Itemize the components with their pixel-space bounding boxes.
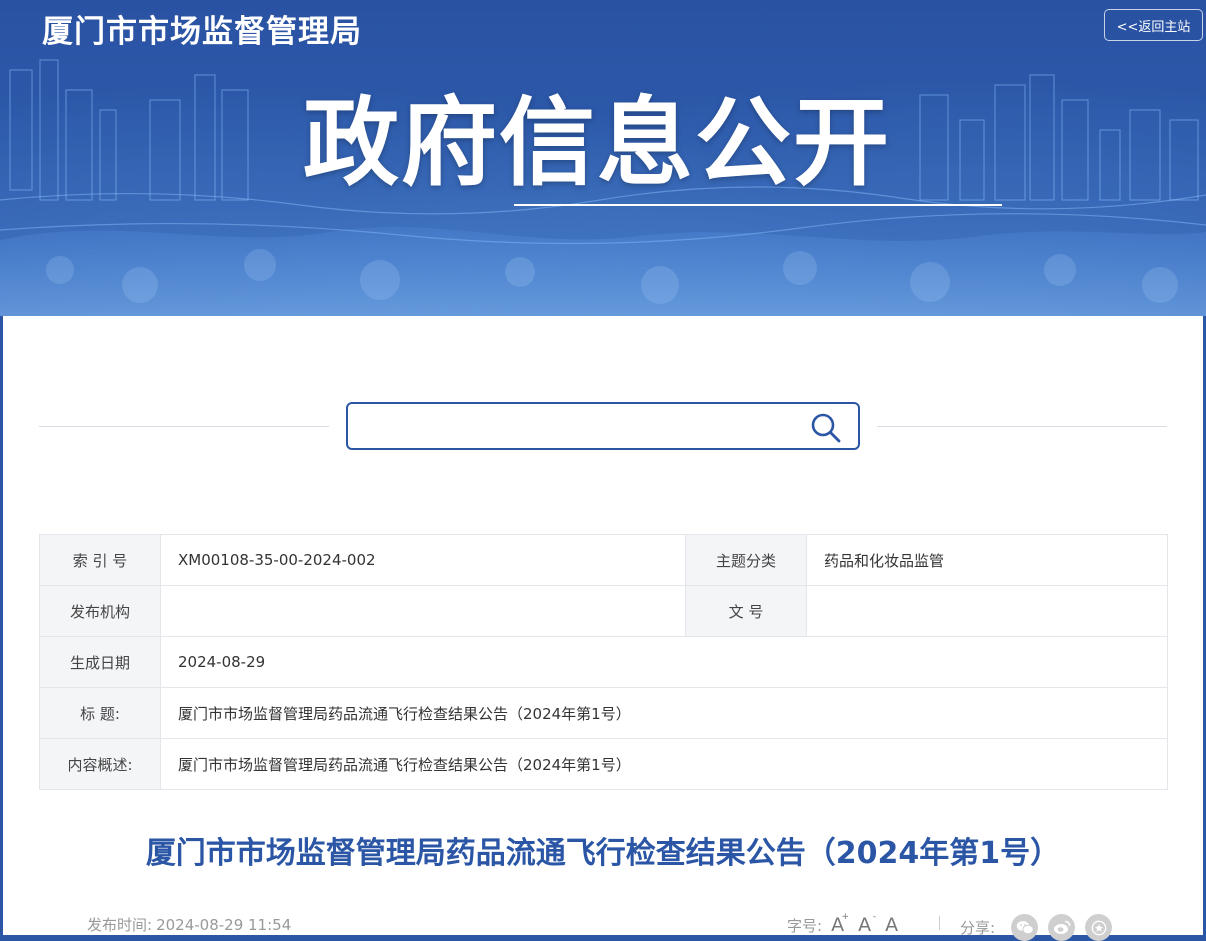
publisher-label: 发布机构 [39, 585, 161, 637]
hero-title: 政府信息公开 [303, 87, 891, 199]
wechat-icon[interactable] [1011, 914, 1039, 941]
font-size-label: 字号: [787, 916, 823, 935]
return-home-link[interactable]: <<返回主站 [1104, 9, 1203, 41]
table-row: 生成日期 2024-08-29 [39, 636, 1168, 688]
weibo-icon[interactable] [1048, 914, 1076, 941]
index-label: 索 引 号 [39, 534, 161, 586]
article-title: 厦门市市场监督管理局药品流通飞行检查结果公告（2024年第1号） [145, 836, 1061, 871]
search-box [346, 402, 860, 450]
table-row: 内容概述: 厦门市市场监督管理局药品流通飞行检查结果公告（2024年第1号） [39, 738, 1168, 790]
font-size-controls: 字号: A + A- A [787, 912, 898, 936]
table-row: 发布机构 文 号 [39, 585, 1168, 637]
date-value: 2024-08-29 [160, 636, 1168, 688]
hero-underline [514, 204, 1002, 206]
publisher-value [160, 585, 686, 637]
title-value: 厦门市市场监督管理局药品流通飞行检查结果公告（2024年第1号） [160, 687, 1168, 739]
summary-value: 厦门市市场监督管理局药品流通飞行检查结果公告（2024年第1号） [160, 738, 1168, 790]
search-icon[interactable] [810, 412, 842, 444]
search-input[interactable] [360, 410, 804, 444]
share-controls: 分享: [960, 914, 1113, 941]
font-decrease-letter: A [858, 914, 872, 936]
title-label: 标 题: [39, 687, 161, 739]
publish-time-value: 2024-08-29 11:54 [156, 916, 292, 934]
font-size-increase-button[interactable]: A + [831, 912, 849, 936]
site-name: 厦门市市场监督管理局 [42, 14, 362, 50]
publish-time: 发布时间: 2024-08-29 11:54 [87, 914, 291, 935]
star-icon[interactable] [1085, 914, 1113, 941]
table-row: 标 题: 厦门市市场监督管理局药品流通飞行检查结果公告（2024年第1号） [39, 687, 1168, 739]
docno-label: 文 号 [685, 585, 807, 637]
main-content: 索 引 号 XM00108-35-00-2024-002 主题分类 药品和化妆品… [3, 316, 1203, 941]
font-size-decrease-button[interactable]: A- [858, 912, 876, 936]
header-banner: 厦门市市场监督管理局 <<返回主站 政府信息公开 [0, 0, 1206, 316]
topic-value: 药品和化妆品监管 [806, 534, 1168, 586]
search-divider-right [877, 426, 1167, 427]
docno-value [806, 585, 1168, 637]
search-divider-left [39, 426, 329, 427]
table-row: 索 引 号 XM00108-35-00-2024-002 主题分类 药品和化妆品… [39, 534, 1168, 586]
info-metadata-table: 索 引 号 XM00108-35-00-2024-002 主题分类 药品和化妆品… [39, 534, 1168, 790]
date-label: 生成日期 [39, 636, 161, 688]
font-size-default-button[interactable]: A [885, 914, 898, 936]
publish-time-label: 发布时间: [87, 916, 153, 934]
topic-label: 主题分类 [685, 534, 807, 586]
toolbar-separator [939, 916, 940, 930]
font-increase-sign: + [841, 912, 850, 922]
index-value: XM00108-35-00-2024-002 [160, 534, 686, 586]
font-decrease-sign: - [872, 912, 877, 922]
summary-label: 内容概述: [39, 738, 161, 790]
